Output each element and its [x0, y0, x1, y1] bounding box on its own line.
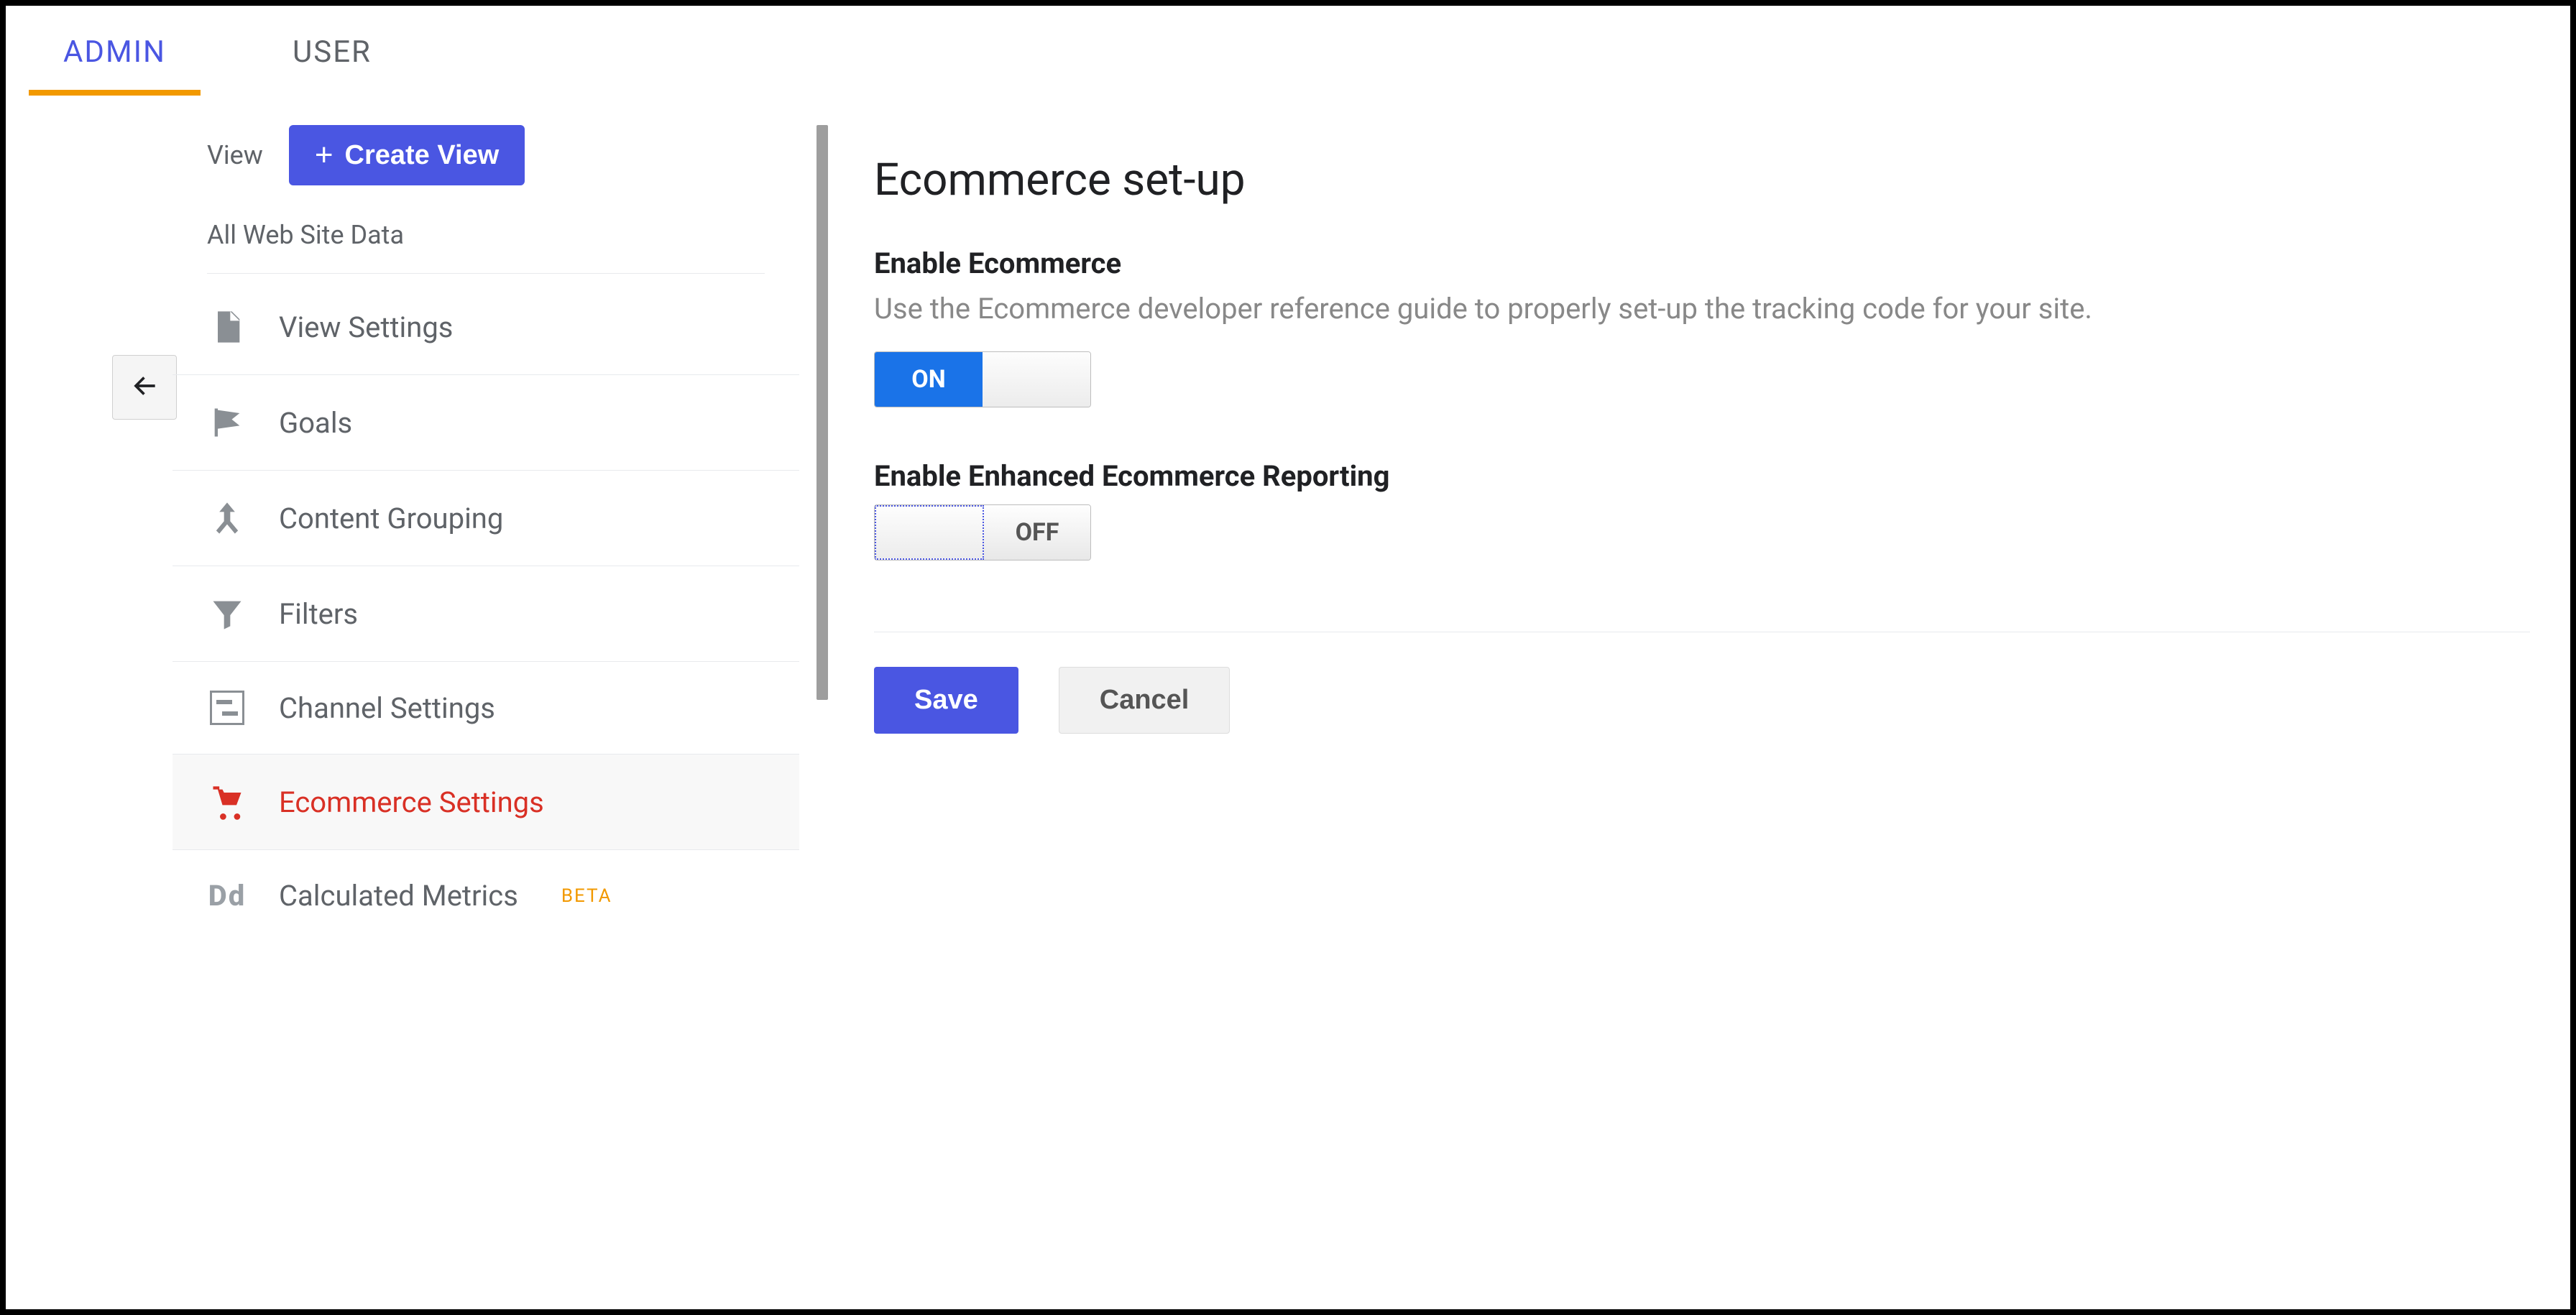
back-column — [6, 96, 172, 1309]
sidebar-item-label: Filters — [279, 597, 358, 631]
sidebar-item-label: Goals — [279, 406, 352, 440]
back-button[interactable] — [112, 355, 177, 420]
toggle-off-label: OFF — [984, 505, 1090, 560]
merge-icon — [207, 499, 247, 537]
toggle-handle — [875, 505, 984, 560]
view-header: View + Create View — [172, 125, 799, 203]
scrollbar[interactable] — [816, 125, 828, 700]
main-panel: Ecommerce set-up Enable Ecommerce Use th… — [845, 96, 2570, 1309]
enable-ecommerce-toggle[interactable]: ON — [874, 351, 1091, 407]
enable-ecommerce-title: Enable Ecommerce — [874, 246, 2530, 280]
beta-badge: BETA — [561, 885, 612, 907]
enable-ecommerce-desc: Use the Ecommerce developer reference gu… — [874, 292, 2530, 326]
sidebar-item-content-grouping[interactable]: Content Grouping — [172, 471, 799, 566]
tab-admin[interactable]: ADMIN — [29, 6, 201, 96]
app-frame: ADMIN USER View + Create View All Web Si… — [0, 0, 2576, 1315]
toggle-handle — [983, 352, 1090, 407]
tab-user[interactable]: USER — [258, 6, 406, 96]
enable-enhanced-toggle[interactable]: OFF — [874, 504, 1091, 560]
toggle-on-label: ON — [875, 352, 983, 407]
plus-icon: + — [315, 139, 334, 171]
top-tabs: ADMIN USER — [6, 6, 2570, 96]
sidebar-item-filters[interactable]: Filters — [172, 566, 799, 662]
sidebar-item-channel-settings[interactable]: Channel Settings — [172, 662, 799, 755]
sidebar-item-view-settings[interactable]: View Settings — [172, 280, 799, 375]
document-icon — [207, 308, 247, 346]
save-button[interactable]: Save — [874, 667, 1018, 734]
sidebar-item-label: Calculated Metrics — [279, 879, 518, 913]
body: View + Create View All Web Site Data Vie… — [6, 96, 2570, 1309]
create-view-label: Create View — [345, 140, 500, 171]
divider — [207, 273, 765, 274]
sidebar-item-goals[interactable]: Goals — [172, 375, 799, 471]
channel-icon — [207, 691, 247, 725]
enable-enhanced-title: Enable Enhanced Ecommerce Reporting — [874, 459, 2530, 493]
create-view-button[interactable]: + Create View — [289, 125, 525, 185]
view-source-name[interactable]: All Web Site Data — [172, 203, 799, 273]
dd-icon: Dd — [207, 879, 247, 913]
sidebar-item-label: Channel Settings — [279, 691, 495, 725]
back-arrow-icon — [129, 370, 160, 405]
sidebar-nav: View Settings Goals Content Grouping — [172, 280, 799, 941]
sidebar-item-label: Content Grouping — [279, 502, 503, 535]
sidebar-item-ecommerce-settings[interactable]: Ecommerce Settings — [172, 755, 799, 850]
flag-icon — [207, 404, 247, 441]
page-title: Ecommerce set-up — [874, 154, 2530, 206]
cart-icon — [207, 783, 247, 821]
sidebar: View + Create View All Web Site Data Vie… — [172, 96, 799, 1309]
cancel-button[interactable]: Cancel — [1059, 667, 1230, 734]
view-label: View — [207, 140, 263, 170]
funnel-icon — [207, 595, 247, 632]
action-buttons: Save Cancel — [874, 667, 2530, 734]
sidebar-item-label: View Settings — [279, 310, 453, 344]
sidebar-item-label: Ecommerce Settings — [279, 785, 544, 819]
sidebar-item-calculated-metrics[interactable]: Dd Calculated Metrics BETA — [172, 850, 799, 941]
